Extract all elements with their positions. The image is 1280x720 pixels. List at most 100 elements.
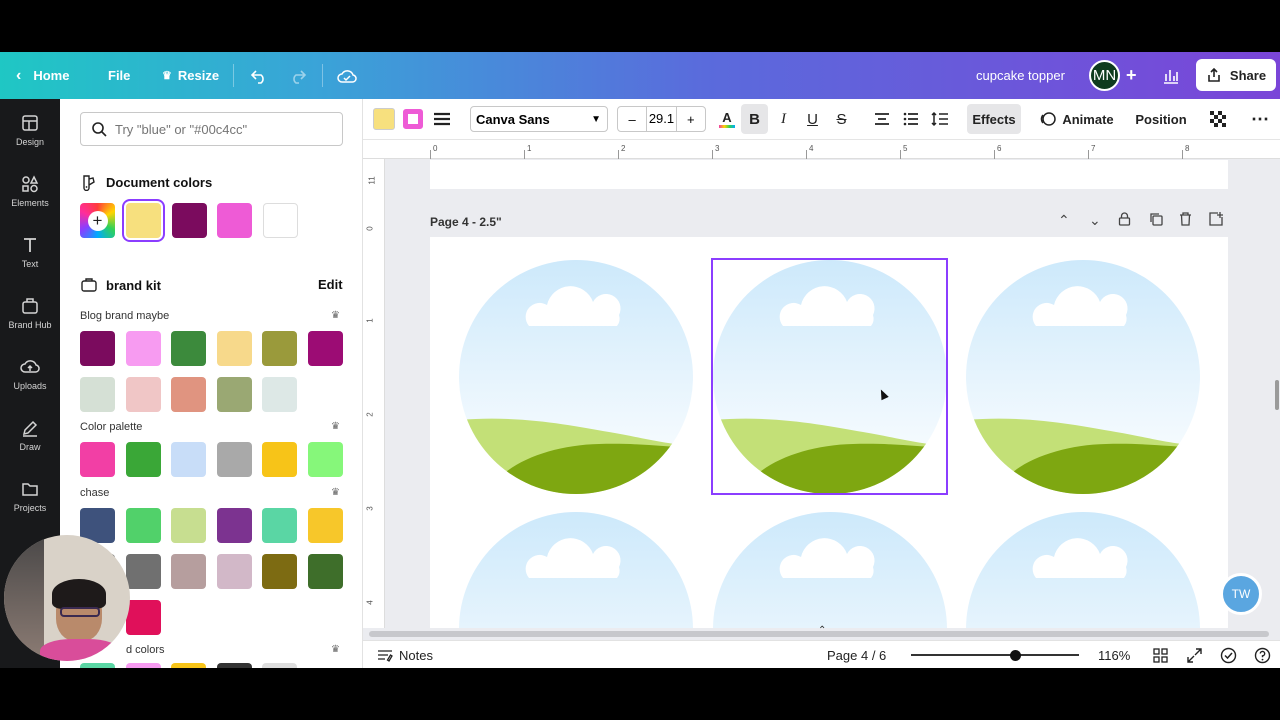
brand-color-swatch[interactable] — [171, 554, 206, 589]
color-search-input[interactable] — [115, 121, 315, 137]
brand-color-swatch[interactable] — [216, 331, 252, 366]
zoom-level[interactable]: 116% — [1098, 641, 1130, 669]
share-button[interactable]: Share — [1196, 59, 1276, 91]
assistant-fab[interactable]: TW — [1220, 573, 1262, 615]
undo-button[interactable] — [250, 52, 268, 99]
resize-button[interactable]: ♛ Resize — [162, 52, 219, 99]
underline-button[interactable]: U — [799, 104, 826, 134]
font-size-stepper[interactable]: – 29.1 + — [617, 106, 706, 132]
page-indicator[interactable]: Page 4 / 6 — [827, 641, 886, 669]
selection-outline[interactable] — [711, 258, 948, 495]
brand-color-swatch[interactable] — [171, 331, 206, 366]
increase-size-button[interactable]: + — [677, 112, 705, 127]
lock-page-button[interactable] — [1118, 212, 1131, 229]
design-page[interactable] — [430, 237, 1228, 640]
italic-button[interactable]: I — [770, 104, 797, 134]
rail-item-elements[interactable]: Elements — [0, 163, 60, 219]
fullscreen-button[interactable] — [1187, 641, 1202, 669]
cupcake-topper-circle[interactable] — [459, 512, 693, 640]
document-color-swatch[interactable] — [126, 203, 161, 238]
help-button[interactable] — [1254, 641, 1271, 669]
file-menu-button[interactable]: File — [108, 52, 130, 99]
add-page-button[interactable] — [1209, 212, 1223, 229]
brand-color-swatch[interactable] — [125, 600, 161, 635]
border-style-button[interactable] — [429, 104, 455, 134]
brand-color-swatch[interactable] — [307, 331, 343, 366]
brand-color-swatch[interactable] — [171, 508, 206, 543]
zoom-slider-handle[interactable] — [1010, 650, 1021, 661]
spacing-button[interactable] — [926, 104, 953, 134]
zoom-slider-track[interactable] — [911, 654, 1079, 656]
horizontal-scrollbar[interactable]: ⌃ — [363, 625, 1280, 640]
strikethrough-button[interactable]: S — [828, 104, 855, 134]
brand-color-swatch[interactable] — [171, 442, 206, 477]
text-color-button[interactable] — [371, 104, 397, 134]
brand-color-swatch[interactable] — [216, 508, 252, 543]
effects-button[interactable]: Effects — [967, 104, 1021, 134]
brand-color-swatch[interactable] — [80, 377, 115, 412]
chevron-up-icon[interactable]: ⌃ — [818, 625, 826, 636]
move-page-down-button[interactable]: ⌄ — [1089, 212, 1101, 229]
insights-button[interactable] — [1162, 52, 1180, 99]
bold-button[interactable]: B — [741, 104, 768, 134]
brand-color-swatch[interactable] — [80, 331, 115, 366]
color-search[interactable] — [80, 112, 343, 146]
edit-brand-kit-link[interactable]: Edit — [318, 277, 343, 292]
document-color-swatch[interactable] — [217, 203, 252, 238]
add-collaborator-button[interactable]: + — [1126, 52, 1137, 99]
more-options-button[interactable]: ⋯ — [1247, 104, 1273, 134]
cupcake-topper-circle[interactable] — [459, 260, 693, 494]
home-button[interactable]: ‹ Home — [16, 52, 69, 99]
vertical-scrollbar-thumb[interactable] — [1275, 380, 1279, 410]
brand-color-swatch[interactable] — [262, 331, 297, 366]
rail-item-draw[interactable]: Draw — [0, 407, 60, 463]
brand-color-swatch[interactable] — [80, 442, 115, 477]
grid-view-button[interactable] — [1153, 641, 1168, 669]
brand-color-swatch[interactable] — [262, 377, 297, 412]
position-button[interactable]: Position — [1133, 104, 1189, 134]
text-color-a-button[interactable]: A — [715, 104, 739, 134]
brand-color-swatch[interactable] — [307, 442, 343, 477]
document-color-swatch[interactable] — [262, 203, 298, 238]
brand-color-swatch[interactable] — [216, 554, 252, 589]
rail-item-uploads[interactable]: Uploads — [0, 346, 60, 402]
duplicate-page-button[interactable] — [1149, 212, 1163, 229]
brand-color-swatch[interactable] — [171, 377, 206, 412]
animate-button[interactable]: Animate — [1039, 104, 1115, 134]
brand-color-swatch[interactable] — [307, 508, 343, 543]
decrease-size-button[interactable]: – — [618, 112, 646, 127]
brand-color-swatch[interactable] — [307, 554, 343, 589]
notes-button[interactable]: Notes — [377, 641, 433, 669]
font-size-value[interactable]: 29.1 — [646, 106, 677, 132]
redo-button[interactable] — [289, 52, 307, 99]
brand-color-swatch[interactable] — [125, 508, 161, 543]
cupcake-topper-circle[interactable] — [713, 512, 947, 640]
brand-color-swatch[interactable] — [216, 377, 252, 412]
outline-color-button[interactable] — [400, 104, 426, 134]
rail-item-brand-hub[interactable]: Brand Hub — [0, 285, 60, 341]
rail-item-design[interactable]: Design — [0, 102, 60, 158]
brand-color-swatch[interactable] — [262, 442, 297, 477]
document-color-swatch[interactable] — [171, 203, 207, 238]
avatar[interactable]: MN — [1089, 60, 1120, 91]
add-color-button[interactable]: + — [80, 203, 115, 238]
list-button[interactable] — [897, 104, 924, 134]
rail-item-projects[interactable]: Projects — [0, 468, 60, 524]
document-title[interactable]: cupcake topper — [976, 52, 1065, 99]
brand-color-swatch[interactable] — [125, 377, 161, 412]
rail-item-text[interactable]: Text — [0, 224, 60, 280]
align-button[interactable] — [868, 104, 895, 134]
brand-color-swatch[interactable] — [262, 508, 297, 543]
delete-page-button[interactable] — [1179, 212, 1192, 229]
cupcake-topper-circle[interactable] — [966, 260, 1200, 494]
brand-color-swatch[interactable] — [216, 442, 252, 477]
cupcake-topper-circle[interactable] — [966, 512, 1200, 640]
check-button[interactable] — [1220, 641, 1237, 669]
brand-color-swatch[interactable] — [262, 554, 297, 589]
font-select[interactable]: Canva Sans ▼ — [470, 106, 608, 132]
brand-color-swatch[interactable] — [125, 442, 161, 477]
transparency-button[interactable] — [1205, 104, 1231, 134]
brand-color-swatch[interactable] — [125, 554, 161, 589]
brand-color-swatch[interactable] — [125, 331, 161, 366]
cloud-save-button[interactable] — [337, 52, 357, 99]
